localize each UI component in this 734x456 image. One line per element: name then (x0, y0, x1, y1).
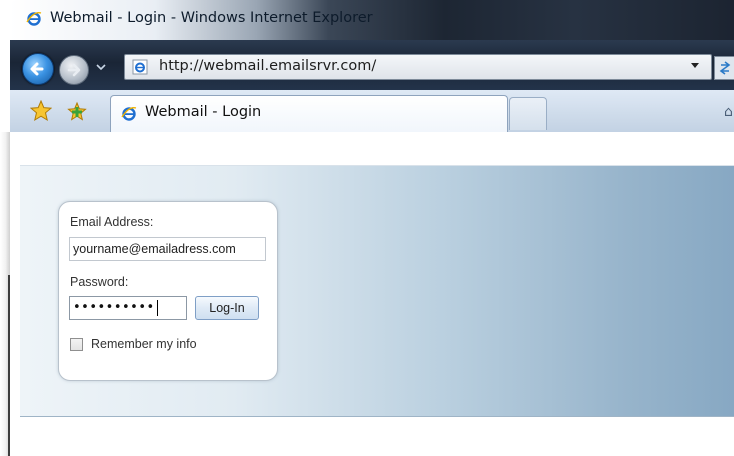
add-favorites-icon[interactable] (66, 101, 88, 123)
new-tab-button[interactable] (509, 97, 547, 130)
back-button[interactable] (22, 53, 54, 85)
text-caret (156, 299, 158, 316)
back-arrow-icon (30, 62, 44, 76)
home-icon[interactable]: ⌂ (724, 104, 734, 120)
forward-button[interactable] (59, 55, 89, 85)
page-ie-icon (132, 59, 148, 75)
forward-arrow-icon (67, 63, 81, 77)
ie-logo-icon (26, 12, 42, 26)
password-field[interactable]: •••••••••• (69, 296, 187, 320)
address-url[interactable]: http://webmail.emailsrvr.com/ (159, 58, 376, 74)
remember-checkbox[interactable] (70, 338, 83, 351)
address-bar[interactable]: http://webmail.emailsrvr.com/ (124, 54, 712, 80)
password-value: •••••••••• (73, 300, 155, 315)
ie-logo-icon (121, 107, 137, 121)
window-titlebar: Webmail - Login - Windows Internet Explo… (10, 0, 734, 40)
email-label: Email Address: (70, 215, 154, 229)
login-panel: Email Address: yourname@emailadress.com … (58, 201, 278, 381)
recent-pages-dropdown-icon[interactable] (96, 62, 106, 72)
remember-label[interactable]: Remember my info (91, 337, 197, 351)
favorites-star-icon[interactable] (30, 100, 52, 122)
password-label: Password: (70, 275, 129, 289)
window-title: Webmail - Login - Windows Internet Explo… (50, 10, 373, 26)
login-button[interactable]: Log-In (195, 296, 259, 320)
address-dropdown-icon[interactable] (691, 63, 699, 68)
refresh-icon (719, 61, 731, 75)
refresh-button[interactable] (714, 56, 734, 80)
tab-label: Webmail - Login (145, 104, 262, 120)
email-field[interactable]: yourname@emailadress.com (69, 237, 266, 261)
tab-webmail-login[interactable]: Webmail - Login (110, 95, 508, 132)
